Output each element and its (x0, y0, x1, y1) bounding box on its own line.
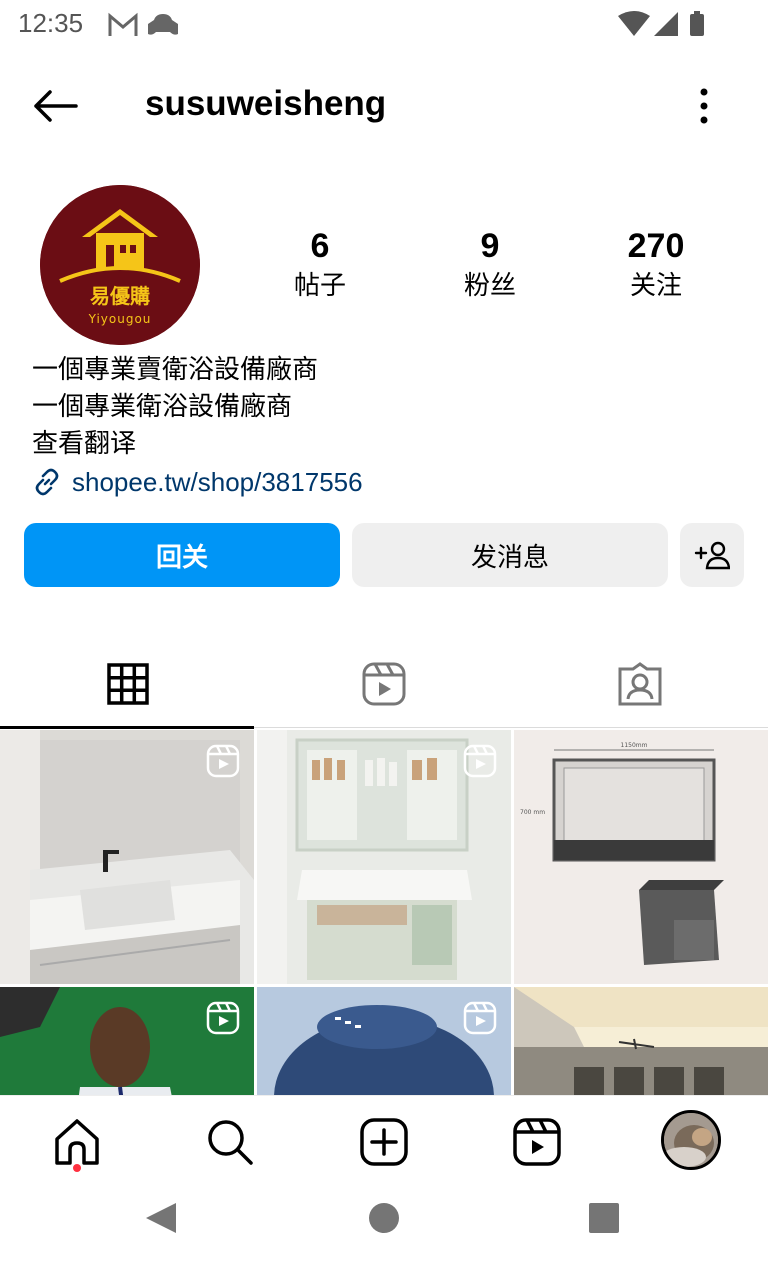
profile-username: susuweisheng (145, 84, 387, 123)
profile-stats: 6 帖子 9 粉丝 270 关注 (235, 225, 745, 315)
back-button[interactable] (30, 86, 80, 126)
more-options-button[interactable] (690, 86, 718, 126)
profile-avatar[interactable]: 易優購 Yiyougou (40, 185, 200, 345)
profile-tabs (0, 640, 768, 729)
more-vertical-icon (700, 88, 708, 124)
logo-text-cn: 易優購 (90, 284, 150, 308)
link-url: shopee.tw/shop/3817556 (72, 466, 363, 497)
post-thumbnail-diagram[interactable]: 1150mm 700 mm (514, 730, 768, 984)
profile-bio: 一個專業賣衛浴設備廠商 一個專業衛浴設備廠商 查看翻译 (32, 352, 732, 463)
profile-photo (664, 1113, 718, 1167)
reel-badge-icon (206, 1001, 240, 1035)
system-status-icons (618, 10, 718, 44)
stat-following[interactable]: 270 关注 (571, 225, 741, 305)
suggested-users-button[interactable] (680, 523, 744, 587)
posts-count: 6 (310, 227, 330, 265)
bottom-navigation (0, 1095, 768, 1187)
nav-home[interactable] (51, 1116, 103, 1168)
following-label: 关注 (629, 271, 682, 301)
tab-posts-grid[interactable] (0, 640, 256, 729)
signal-icon (654, 12, 678, 36)
logo-image: 易優購 Yiyougou (40, 185, 200, 345)
posts-grid: 1150mm 700 mm (0, 730, 768, 1095)
home-notification-dot (73, 1164, 81, 1172)
nav-reels[interactable] (511, 1116, 563, 1168)
active-tab-indicator (0, 726, 254, 729)
follow-back-label: 回关 (155, 542, 208, 573)
tagged-icon (618, 662, 662, 706)
stat-followers[interactable]: 9 粉丝 (405, 225, 575, 305)
post-thumbnail-toilet[interactable] (257, 987, 511, 1095)
bio-line-1: 一個專業賣衛浴設備廠商 (32, 355, 319, 385)
add-post-icon (360, 1118, 408, 1166)
post-image (514, 987, 768, 1095)
reel-badge-icon (463, 1001, 497, 1035)
post-thumbnail-room[interactable] (514, 987, 768, 1095)
follow-back-button[interactable]: 回关 (24, 523, 340, 587)
reel-badge-icon (206, 744, 240, 778)
message-label: 发消息 (470, 542, 549, 573)
logo-text-en: Yiyougou (88, 312, 152, 326)
game-icon (148, 14, 178, 35)
bio-line-2: 一個專業衛浴設備廠商 (32, 392, 293, 422)
post-thumbnail-basketball[interactable] (0, 987, 254, 1095)
followers-label: 粉丝 (463, 271, 516, 301)
post-thumbnail-vanity[interactable] (0, 730, 254, 984)
posts-label: 帖子 (293, 271, 346, 301)
followers-count: 9 (480, 227, 500, 265)
search-icon (208, 1120, 253, 1165)
drawing-height-label: 700 mm (520, 809, 545, 816)
drawing-width-label: 1150mm (621, 742, 648, 749)
notification-icons (108, 10, 188, 44)
arrow-left-icon (34, 90, 78, 122)
tab-reels[interactable] (256, 640, 512, 728)
system-recents-icon (589, 1203, 619, 1233)
battery-icon (690, 11, 704, 36)
status-bar: 12:35 (0, 0, 768, 50)
nav-profile-avatar[interactable] (661, 1110, 721, 1170)
following-count: 270 (627, 227, 685, 265)
see-translation-link[interactable]: 查看翻译 (32, 426, 732, 463)
status-time: 12:35 (18, 8, 84, 38)
nav-create[interactable] (358, 1116, 410, 1168)
tab-tagged[interactable] (512, 640, 768, 728)
reels-icon (513, 1118, 561, 1166)
reels-icon (362, 662, 406, 706)
profile-header: susuweisheng (0, 60, 768, 150)
reel-badge-icon (463, 744, 497, 778)
home-icon (55, 1119, 99, 1165)
nav-search[interactable] (204, 1116, 256, 1168)
grid-icon (107, 663, 149, 705)
system-back-icon (146, 1203, 176, 1233)
stat-posts[interactable]: 6 帖子 (235, 225, 405, 305)
post-thumbnail-cabinet[interactable] (257, 730, 511, 984)
profile-link[interactable]: shopee.tw/shop/3817556 (32, 464, 363, 500)
message-button[interactable]: 发消息 (352, 523, 668, 587)
add-user-icon (694, 541, 730, 570)
gmail-icon (108, 12, 138, 36)
post-image: 1150mm 700 mm (514, 730, 768, 984)
system-navigation-bar (0, 1187, 768, 1280)
link-icon (35, 468, 59, 496)
system-home-icon (369, 1203, 399, 1233)
wifi-icon (618, 11, 650, 36)
